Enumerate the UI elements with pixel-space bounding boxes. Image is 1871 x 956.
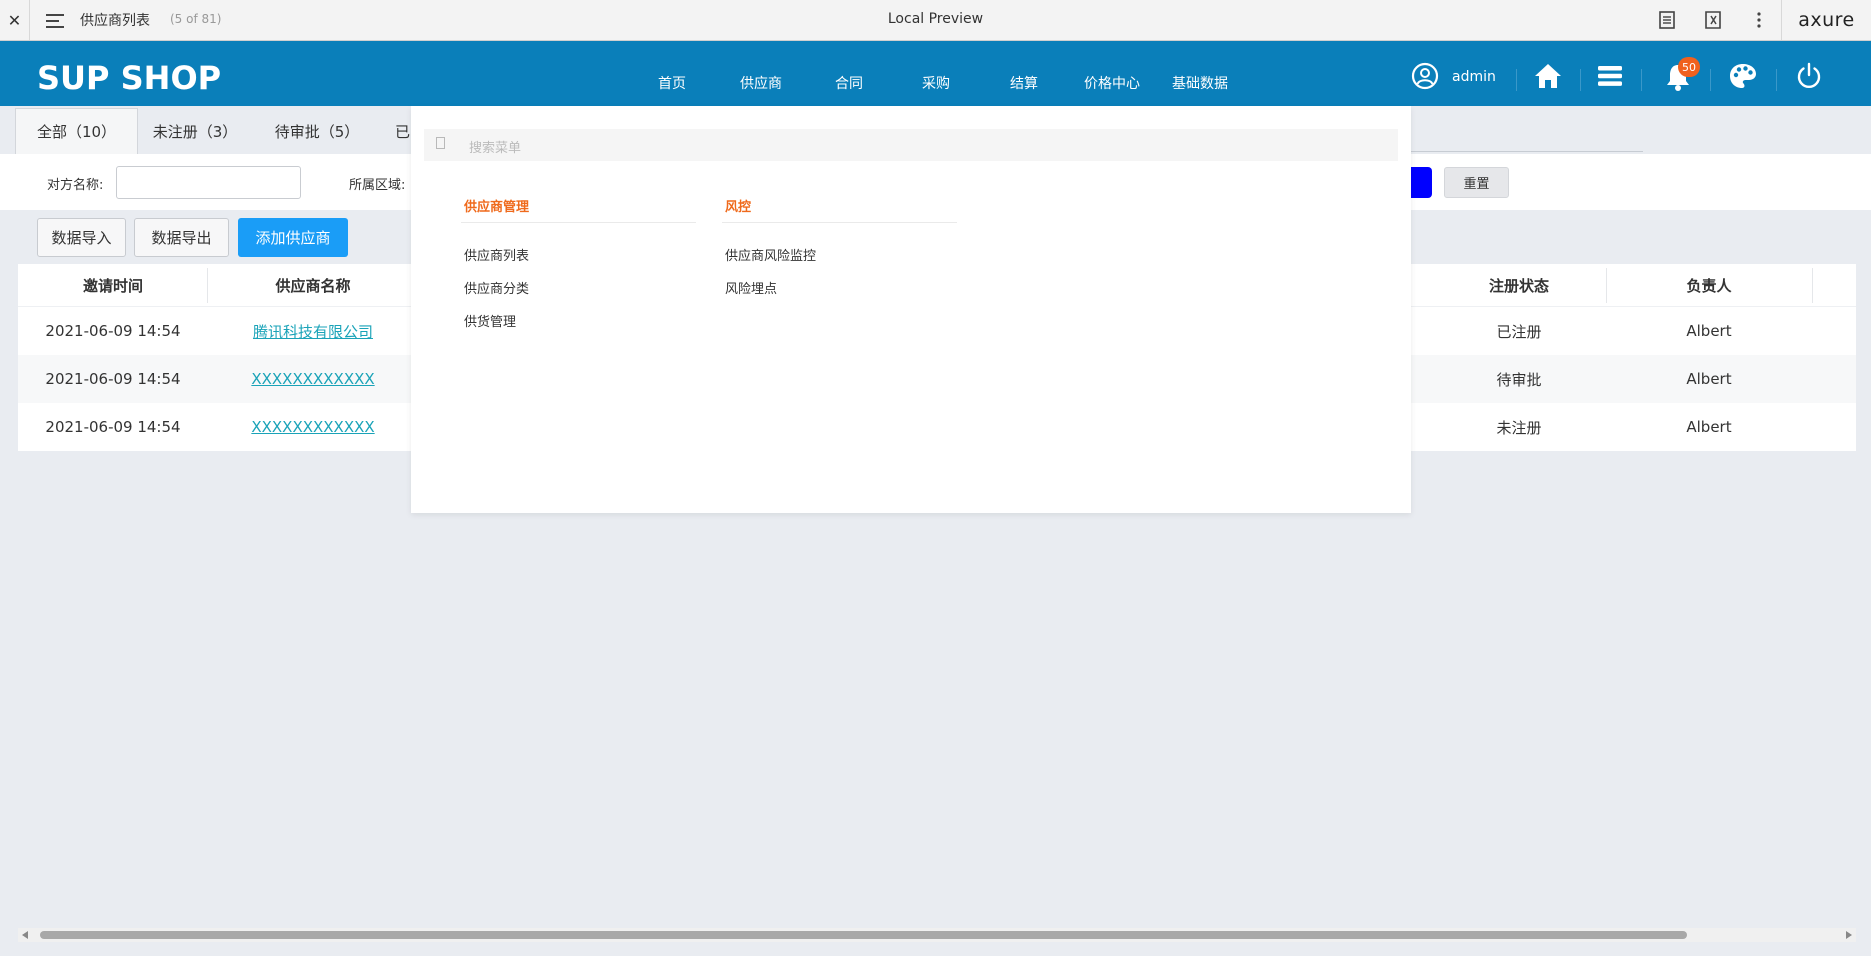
sitemap-menu-icon[interactable] xyxy=(46,10,66,30)
export-data-button[interactable]: 数据导出 xyxy=(134,218,229,257)
nav-item-supplier[interactable]: 供应商 xyxy=(740,73,782,93)
menu-group-title: 风控 xyxy=(725,200,752,215)
nav-item-price-center[interactable]: 价格中心 xyxy=(1084,73,1140,93)
supplier-name-input[interactable] xyxy=(116,166,301,199)
import-data-button[interactable]: 数据导入 xyxy=(37,218,126,257)
header-divider xyxy=(1516,69,1517,91)
nav-item-purchase[interactable]: 采购 xyxy=(922,73,950,93)
menu-item-supplier-category[interactable]: 供应商分类 xyxy=(464,278,696,297)
home-icon[interactable] xyxy=(1533,62,1563,90)
column-owner: 负责人 xyxy=(1686,277,1732,295)
header-divider xyxy=(1710,69,1711,91)
scroll-right-icon[interactable] xyxy=(1846,931,1852,939)
column-supplier-name: 供应商名称 xyxy=(275,277,351,295)
header-divider xyxy=(1776,69,1777,91)
supplier-name-link[interactable]: 腾讯科技有限公司 xyxy=(208,307,418,355)
cell-owner: Albert xyxy=(1686,370,1732,388)
menu-item-supplier-list[interactable]: 供应商列表 xyxy=(464,245,696,264)
menu-search-placeholder: 搜索菜单 xyxy=(469,141,522,156)
brand-logo[interactable]: SUP SHOP xyxy=(37,59,221,97)
notification-badge: 50 xyxy=(1678,57,1700,77)
supplier-name-link[interactable]: XXXXXXXXXXXX xyxy=(208,403,418,451)
cell-invite-time: 2021-06-09 14:54 xyxy=(45,418,181,436)
menu-item-risk-tracking[interactable]: 风险埋点 xyxy=(725,278,957,297)
cell-register-status: 待审批 xyxy=(1496,370,1542,389)
more-options-icon[interactable] xyxy=(1748,9,1770,31)
supplier-name-label: 对方名称: xyxy=(47,178,104,193)
search-icon xyxy=(436,137,445,149)
region-label: 所属区域: xyxy=(349,178,406,193)
menu-item-supply-management[interactable]: 供货管理 xyxy=(464,311,696,330)
cell-invite-time: 2021-06-09 14:54 xyxy=(45,322,181,340)
tab-registered[interactable]: 已 xyxy=(395,108,411,154)
palette-icon[interactable] xyxy=(1728,62,1758,90)
menu-group-risk-control: 风控 供应商风险监控 风险埋点 xyxy=(722,196,957,297)
nav-item-contract[interactable]: 合同 xyxy=(835,73,863,93)
user-circle-icon[interactable] xyxy=(1411,62,1439,90)
app-header: SUP SHOP 首页 供应商 合同 采购 结算 价格中心 基础数据 admin… xyxy=(0,41,1871,106)
column-invite-time: 邀请时间 xyxy=(82,277,143,295)
notes-icon[interactable] xyxy=(1656,9,1678,31)
preview-toolbar: ✕ 供应商列表 (5 of 81) Local Preview axure xyxy=(0,0,1871,41)
inspect-icon[interactable] xyxy=(1702,9,1724,31)
page-count: (5 of 81) xyxy=(170,12,222,26)
cell-invite-time: 2021-06-09 14:54 xyxy=(45,370,181,388)
tabs-underline xyxy=(1410,151,1643,152)
column-divider xyxy=(1812,268,1813,303)
menu-item-risk-monitor[interactable]: 供应商风险监控 xyxy=(725,245,957,264)
nav-item-settlement[interactable]: 结算 xyxy=(1010,73,1038,93)
column-register-status: 注册状态 xyxy=(1488,277,1549,295)
header-divider xyxy=(1580,69,1581,91)
cell-register-status: 未注册 xyxy=(1496,418,1542,437)
page-name: 供应商列表 xyxy=(80,13,150,29)
header-divider xyxy=(1641,69,1642,91)
horizontal-scrollbar[interactable] xyxy=(18,928,1856,942)
cell-register-status: 已注册 xyxy=(1496,322,1542,341)
nav-item-base-data[interactable]: 基础数据 xyxy=(1172,73,1228,93)
add-supplier-button[interactable]: 添加供应商 xyxy=(238,218,348,257)
cell-owner: Albert xyxy=(1686,322,1732,340)
supplier-name-link[interactable]: XXXXXXXXXXXX xyxy=(208,355,418,403)
tab-all[interactable]: 全部（10） xyxy=(15,108,138,154)
tab-unregistered[interactable]: 未注册（3） xyxy=(140,108,250,154)
supplier-menu-dropdown: 搜索菜单 供应商管理 供应商列表 供应商分类 供货管理 风控 供应商风险监控 风… xyxy=(411,106,1411,513)
menu-group-supplier-management: 供应商管理 供应商列表 供应商分类 供货管理 xyxy=(461,196,696,330)
tab-pending-approval[interactable]: 待审批（5） xyxy=(262,108,372,154)
power-icon[interactable] xyxy=(1795,62,1823,90)
preview-title: Local Preview xyxy=(887,11,984,27)
cell-owner: Albert xyxy=(1686,418,1732,436)
reset-button[interactable]: 重置 xyxy=(1444,167,1509,198)
nav-item-home[interactable]: 首页 xyxy=(658,73,686,93)
user-name[interactable]: admin xyxy=(1452,69,1496,85)
menu-icon[interactable] xyxy=(1596,62,1624,90)
scroll-left-icon[interactable] xyxy=(22,931,28,939)
scrollbar-thumb[interactable] xyxy=(40,931,1687,939)
menu-group-title: 供应商管理 xyxy=(464,200,530,215)
close-preview-icon[interactable]: ✕ xyxy=(0,0,30,40)
menu-search[interactable]: 搜索菜单 xyxy=(424,129,1398,161)
axure-logo: axure xyxy=(1781,0,1871,40)
